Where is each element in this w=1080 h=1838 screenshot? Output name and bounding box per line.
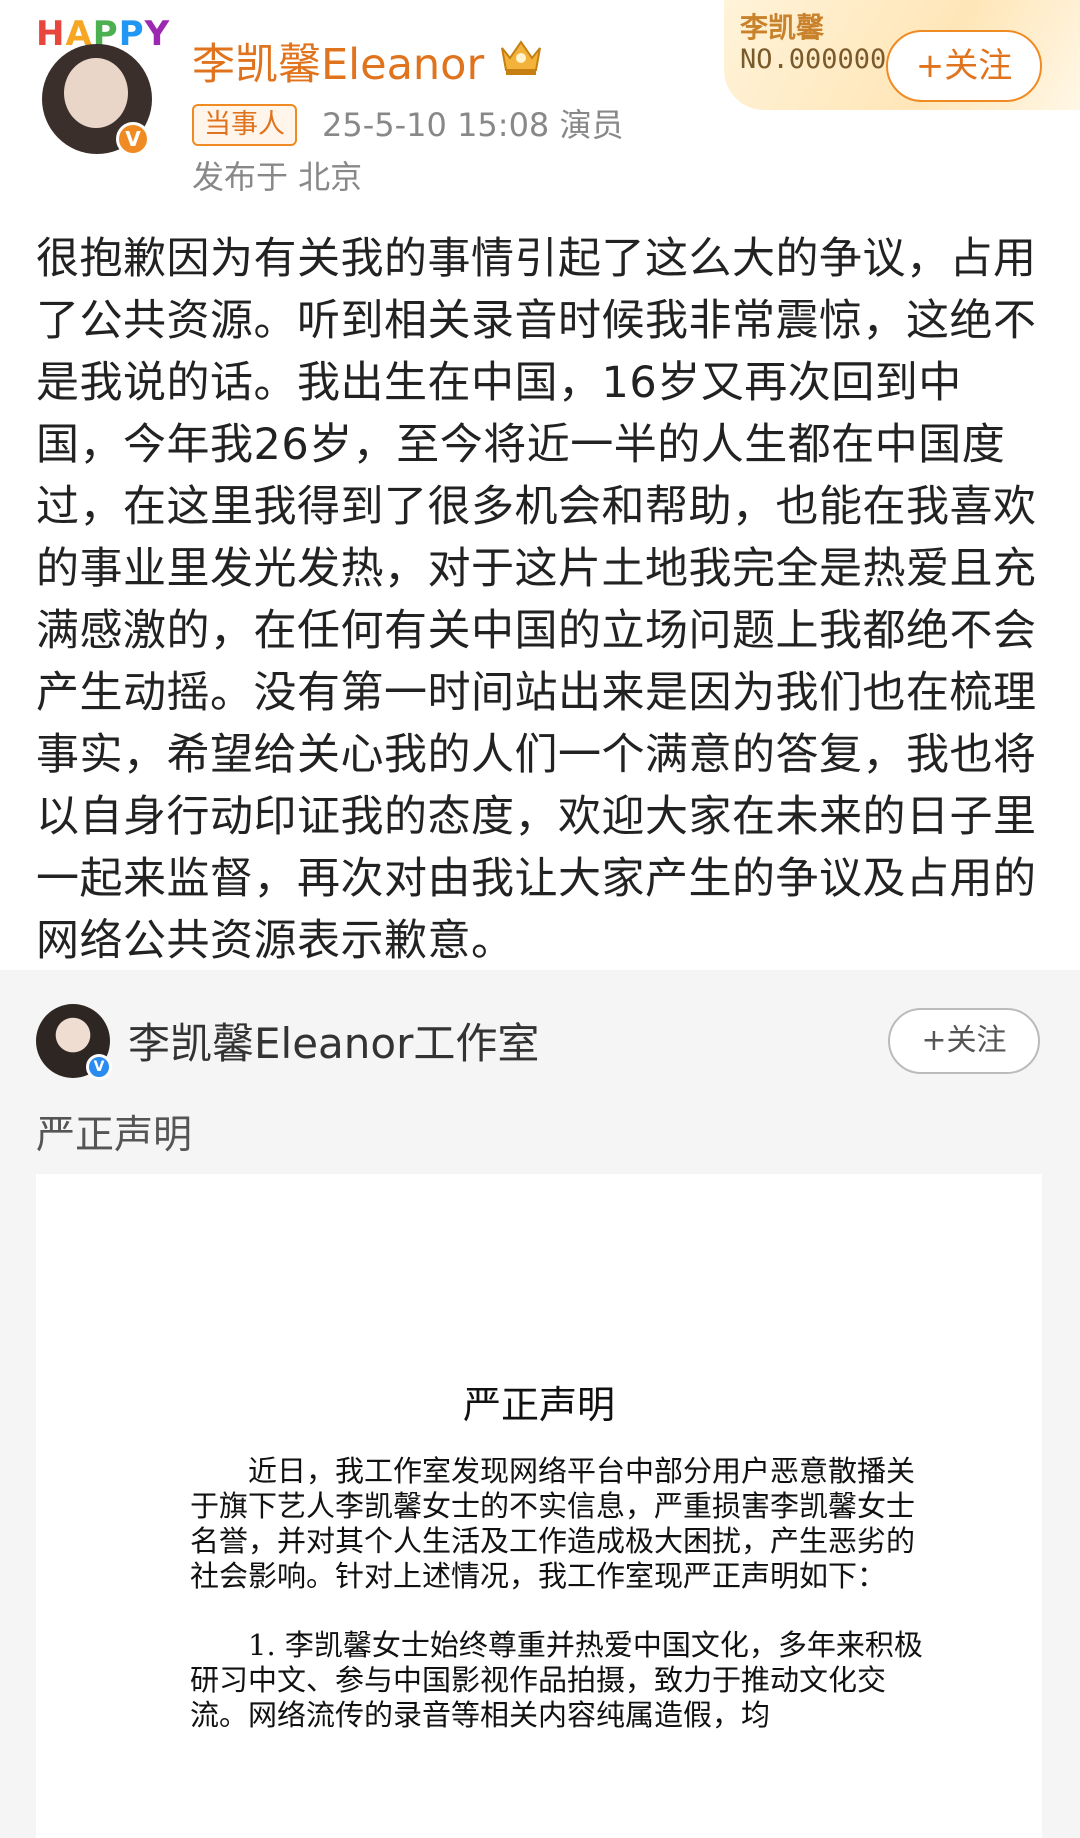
statement-title: 严正声明 xyxy=(462,1383,615,1427)
statement-paragraph: 1. 李凯馨女士始终尊重并热爱中国文化，多年来积极研习中文、参与中国影视作品拍摄… xyxy=(190,1628,923,1732)
user-avatar-frame[interactable]: HAPPY V xyxy=(36,14,169,156)
party-tag: 当事人 xyxy=(192,104,297,146)
verified-v-icon: V xyxy=(116,122,150,156)
repost-text: 严正声明 xyxy=(36,1113,193,1158)
verified-blue-icon: V xyxy=(86,1054,112,1080)
fan-card-number: NO.000000 xyxy=(740,44,887,75)
studio-name[interactable]: 李凯馨Eleanor工作室 xyxy=(128,1010,539,1071)
post-text: 很抱歉因为有关我的事情引起了这么大的争议，占用了公共资源。听到相关录音时候我非常… xyxy=(36,234,1037,966)
statement-body: 近日，我工作室发现网络平台中部分用户恶意散播关于旗下艺人李凯馨女士的不实信息，严… xyxy=(190,1454,930,1767)
fan-card-name: 李凯馨 xyxy=(740,11,825,44)
post-meta: 25-5-10 15:08 演员 xyxy=(322,106,624,144)
statement-image[interactable]: 严正声明 近日，我工作室发现网络平台中部分用户恶意散播关于旗下艺人李凯馨女士的不… xyxy=(36,1174,1042,1838)
crown-badge-icon[interactable] xyxy=(498,34,544,78)
follow-button[interactable]: +关注 xyxy=(886,30,1042,102)
post-location: 发布于 北京 xyxy=(192,158,363,196)
statement-paragraph: 近日，我工作室发现网络平台中部分用户恶意散播关于旗下艺人李凯馨女士的不实信息，严… xyxy=(190,1454,916,1593)
repost-card[interactable]: V 李凯馨Eleanor工作室 +关注 严正声明 严正声明 近日，我工作室发现网… xyxy=(0,970,1080,1838)
studio-follow-button[interactable]: +关注 xyxy=(888,1008,1040,1074)
username[interactable]: 李凯馨Eleanor xyxy=(192,30,484,92)
